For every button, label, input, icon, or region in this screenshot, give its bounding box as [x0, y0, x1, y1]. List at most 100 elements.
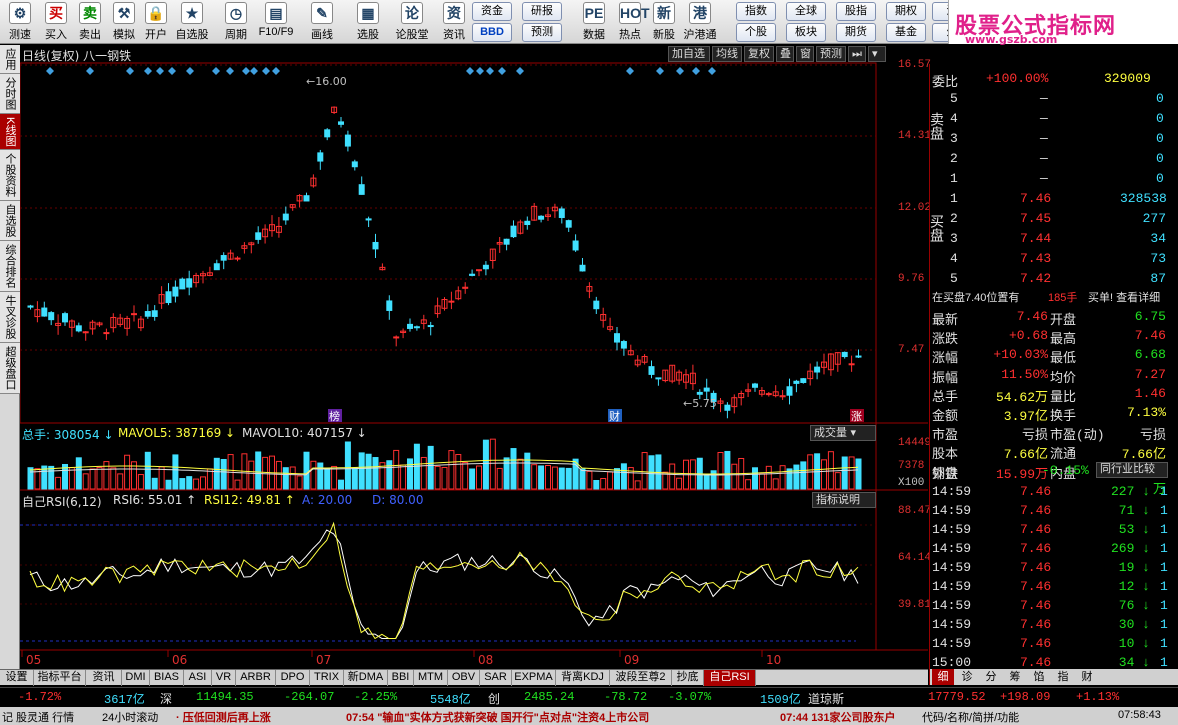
volume-bar	[96, 466, 103, 490]
candle	[234, 257, 241, 260]
volume-dropdown[interactable]: 成交量 ▾	[810, 425, 876, 441]
toolbar-button-6[interactable]: ◷ 周期	[218, 2, 254, 42]
toolbar-button-12[interactable]: PE 数据	[576, 2, 612, 42]
side-tab[interactable]: 分时图	[0, 74, 20, 114]
volume-bar	[841, 456, 848, 490]
panel-tab[interactable]: 分	[980, 669, 1002, 685]
quick-button[interactable]: 预测	[522, 23, 562, 42]
toolbar-button-8[interactable]: ✎ 画线	[304, 2, 340, 42]
panel-tab[interactable]: 细	[932, 669, 954, 685]
indicator-tab[interactable]: 资讯	[86, 670, 122, 686]
ticker-item: 1509亿	[760, 693, 801, 707]
toolbar-button-11[interactable]: 资资讯	[436, 2, 472, 42]
indicator-tab[interactable]: 新DMA	[344, 670, 388, 686]
quick-button[interactable]: 资金	[472, 2, 512, 21]
panel-tab[interactable]: 诊	[956, 669, 978, 685]
quick-button[interactable]: 研报	[522, 2, 562, 21]
quick-button[interactable]: 期货	[836, 23, 876, 42]
side-tab[interactable]: K线图	[0, 114, 20, 151]
side-tab[interactable]: 牛叉诊股	[0, 292, 20, 344]
indicator-tab[interactable]: OBV	[448, 670, 480, 686]
panel-cell: 3	[950, 231, 958, 246]
volume-bar	[407, 458, 413, 490]
volume-bar	[179, 478, 186, 490]
indicator-tab[interactable]: TRIX	[310, 670, 344, 686]
panel-cell: 3	[950, 131, 958, 146]
side-tab[interactable]: 自选股	[0, 201, 20, 242]
volume-bar	[193, 478, 200, 490]
side-tab[interactable]: 综合排名	[0, 241, 20, 293]
indicator-tab[interactable]: VR	[212, 670, 236, 686]
panel-cell: 股本	[932, 447, 959, 463]
indicator-tab[interactable]: 指标平台	[34, 670, 86, 686]
index-ticker: -1.72% 3617亿 深 11494.35 -264.07 -2.25% 5548亿 创 2…	[0, 687, 1178, 707]
quick-button[interactable]: 期权	[886, 2, 926, 21]
toolbar-button-5[interactable]: ★ 自选股	[174, 2, 210, 42]
notice-link[interactable]: 买单! 查看详细	[1088, 289, 1160, 305]
panel-tab[interactable]: 筹	[1004, 669, 1026, 685]
toolbar-button-9[interactable]: ▦ 选股	[350, 2, 386, 42]
quick-button[interactable]: 股指	[836, 2, 876, 21]
toolbar-button-7[interactable]: ▤ F10/F9	[258, 2, 294, 42]
toolbar-button-4[interactable]: 🔒 开户	[138, 2, 174, 42]
indicator-tab[interactable]: 自己RSI	[704, 670, 756, 686]
sell-row: 1 — 0	[930, 170, 1178, 189]
panel-tab[interactable]: 指	[1052, 669, 1074, 685]
indicator-tab[interactable]: 波段至尊2	[610, 670, 672, 686]
quick-button[interactable]: 全球	[786, 2, 826, 21]
indicator-tab[interactable]: DMI	[122, 670, 150, 686]
indicator-tab[interactable]: BBI	[388, 670, 414, 686]
event-marker: 榜	[329, 409, 340, 423]
indicator-tab[interactable]: ASI	[184, 670, 212, 686]
toolbar-button-3[interactable]: ⚒ 模拟	[106, 2, 142, 42]
quick-button[interactable]: 指数	[736, 2, 776, 21]
quick-button[interactable]: 基金	[886, 23, 926, 42]
indicator-tab[interactable]: 设置	[0, 670, 34, 686]
status-item[interactable]: 代码/名称/简拼/功能	[922, 709, 1019, 725]
indicator-tab[interactable]: EXPMA	[512, 670, 556, 686]
toolbar-icon: PE	[583, 2, 605, 24]
toolbar-button-1[interactable]: 买买入	[38, 2, 74, 42]
indicator-tab[interactable]: 抄底	[672, 670, 704, 686]
indicator-tab[interactable]: ARBR	[236, 670, 276, 686]
kline-chart-area[interactable]: 日线(复权) 八一钢铁 加自选 均线 复权叠窗预测 ⏭ ▾ ←16.00 ←5.75 榜财涨…	[20, 45, 931, 685]
quick-button[interactable]: BBD	[472, 23, 512, 42]
toolbar-label: 自选股	[175, 29, 209, 41]
toolbar-button-0[interactable]: ⚙ 测速	[2, 2, 38, 42]
panel-cell: 换手	[1050, 409, 1077, 424]
toolbar-button-14[interactable]: 新新股	[646, 2, 682, 42]
volume-bar	[510, 448, 517, 490]
indicator-tab[interactable]: SAR	[480, 670, 512, 686]
panel-cell: 钢铁	[932, 467, 959, 482]
indicator-tab[interactable]: 背离KDJ	[556, 670, 610, 686]
toolbar-button-2[interactable]: 卖卖出	[72, 2, 108, 42]
side-tab[interactable]: 应用	[0, 45, 20, 74]
toolbar-button-10[interactable]: 论论股堂	[394, 2, 430, 42]
side-tab[interactable]: 超级盘口	[0, 343, 20, 395]
industry-compare-button[interactable]: 同行业比较	[1096, 462, 1168, 478]
panel-tab[interactable]: 财	[1076, 669, 1098, 685]
toolbar-button-15[interactable]: 港沪港通	[682, 2, 718, 42]
volume-bar	[117, 473, 124, 490]
side-tab[interactable]: 个股资料	[0, 150, 20, 202]
big-order-notice[interactable]: 在买盘7.40位置有 185手 买单! 查看详细	[930, 288, 1178, 307]
indicator-help-button[interactable]: 指标说明	[812, 492, 876, 508]
ticker-item: 深	[160, 693, 173, 707]
panel-cell: 1	[1160, 636, 1168, 651]
volume-bar	[565, 467, 572, 490]
panel-cell: 7.46	[1020, 522, 1052, 537]
volume-bar	[607, 471, 614, 490]
toolbar-button-13[interactable]: HOT 热点	[612, 2, 650, 42]
indicator-tab[interactable]: BIAS	[150, 670, 184, 686]
panel-cell: 1	[1160, 598, 1168, 613]
indicator-tab[interactable]: MTM	[414, 670, 448, 686]
quick-button[interactable]: 个股	[736, 23, 776, 42]
indicator-tab[interactable]: DPO	[276, 670, 310, 686]
panel-cell: 10 ↓	[1118, 636, 1150, 651]
panel-cell: 流通	[1050, 447, 1077, 463]
panel-tab[interactable]: 馅	[1028, 669, 1050, 685]
panel-cell: 11.50%	[1001, 366, 1048, 382]
quick-button[interactable]: 板块	[786, 23, 826, 42]
panel-cell: 269 ↓	[1110, 541, 1150, 556]
volume-bar	[496, 467, 503, 490]
